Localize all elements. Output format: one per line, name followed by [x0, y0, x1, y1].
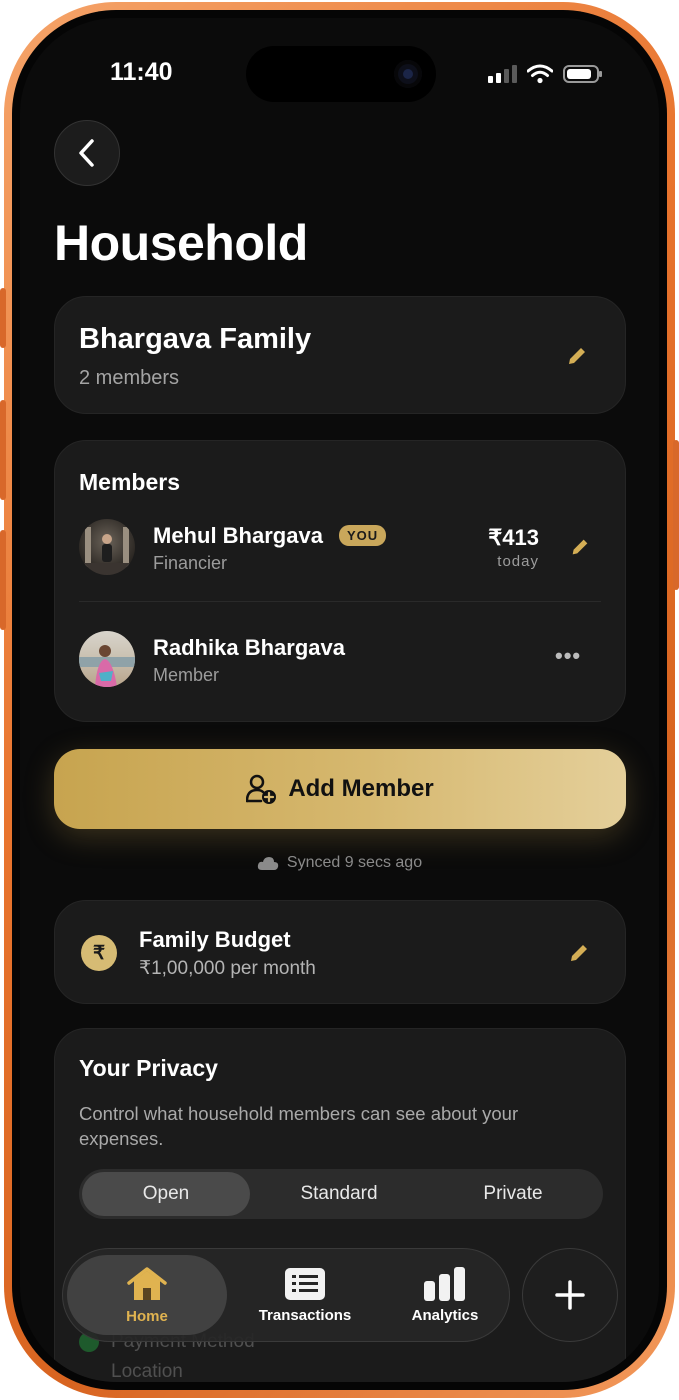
plus-icon [555, 1280, 585, 1310]
bar-chart-icon [424, 1266, 465, 1301]
cloud-icon [257, 857, 279, 870]
privacy-segmented-control: Open Standard Private [79, 1169, 603, 1219]
member-role: Financier [153, 553, 228, 573]
home-icon [127, 1266, 167, 1300]
privacy-visibility-row: Location [79, 1361, 183, 1382]
tab-label: Home [126, 1307, 168, 1325]
avatar-photo-icon [79, 527, 135, 575]
tab-analytics[interactable]: Analytics [369, 1255, 521, 1335]
edit-member-pencil-icon[interactable] [569, 536, 591, 558]
you-badge: YOU [339, 525, 387, 546]
family-members-count: 2 members [79, 367, 180, 389]
edit-family-pencil-icon[interactable] [565, 344, 589, 368]
screen: 11:40 Household Bhargava Family 2 member… [20, 18, 659, 1382]
member-name: Radhika Bhargava [153, 635, 345, 660]
add-member-button[interactable]: Add Member [54, 749, 626, 829]
avatar [79, 631, 135, 687]
sync-text: Synced 9 secs ago [286, 854, 423, 871]
tab-label: Transactions [258, 1306, 352, 1324]
wifi-icon [527, 64, 553, 84]
page-title: Household [54, 215, 308, 271]
status-icons [488, 64, 602, 84]
dynamic-island [246, 46, 436, 102]
avatar [79, 519, 135, 575]
members-title: Members [79, 469, 180, 495]
chevron-left-icon [79, 139, 94, 167]
privacy-title: Your Privacy [79, 1055, 218, 1081]
volume-down-button [0, 530, 6, 630]
status-time: 11:40 [110, 58, 173, 86]
avatar-photo-icon [79, 645, 135, 687]
signal-icon [488, 65, 517, 83]
family-name: Bhargava Family [79, 323, 312, 355]
members-card: Members Mehul Bhargava YOU Financier ₹41… [54, 440, 626, 722]
budget-title: Family Budget [139, 927, 291, 952]
member-spend-period: today [497, 553, 539, 570]
add-user-icon [246, 774, 277, 804]
back-button[interactable] [54, 120, 120, 186]
rupee-icon: ₹ [81, 935, 117, 971]
battery-icon [563, 65, 602, 83]
list-icon [285, 1267, 325, 1300]
divider [79, 601, 601, 602]
more-options-icon[interactable]: ••• [555, 643, 581, 669]
bottom-tab-bar: Home Transactions Analytics [62, 1248, 510, 1342]
camera-icon [394, 60, 422, 88]
tab-transactions[interactable]: Transactions [229, 1255, 381, 1335]
action-button [0, 288, 6, 348]
budget-card: ₹ Family Budget ₹1,00,000 per month [54, 900, 626, 1004]
add-transaction-button[interactable] [522, 1248, 618, 1342]
privacy-option-private[interactable]: Private [429, 1169, 597, 1219]
family-card: Bhargava Family 2 members [54, 296, 626, 414]
member-spend-amount: ₹413 [488, 525, 539, 550]
privacy-option-open[interactable]: Open [82, 1172, 250, 1216]
volume-up-button [0, 400, 6, 500]
sync-status: Synced 9 secs ago [20, 854, 659, 872]
privacy-option-standard[interactable]: Standard [255, 1169, 423, 1219]
tab-label: Analytics [411, 1306, 479, 1324]
edit-budget-pencil-icon[interactable] [567, 941, 591, 965]
member-name: Mehul Bhargava [153, 523, 323, 548]
privacy-description: Control what household members can see a… [79, 1103, 519, 1149]
tab-home[interactable]: Home [67, 1255, 227, 1335]
add-member-label: Add Member [288, 775, 434, 802]
member-role: Member [153, 665, 220, 685]
power-button [673, 440, 679, 590]
phone-frame: 11:40 Household Bhargava Family 2 member… [0, 0, 679, 1400]
budget-amount: ₹1,00,000 per month [139, 958, 316, 979]
privacy-row-label: Location [111, 1361, 183, 1382]
